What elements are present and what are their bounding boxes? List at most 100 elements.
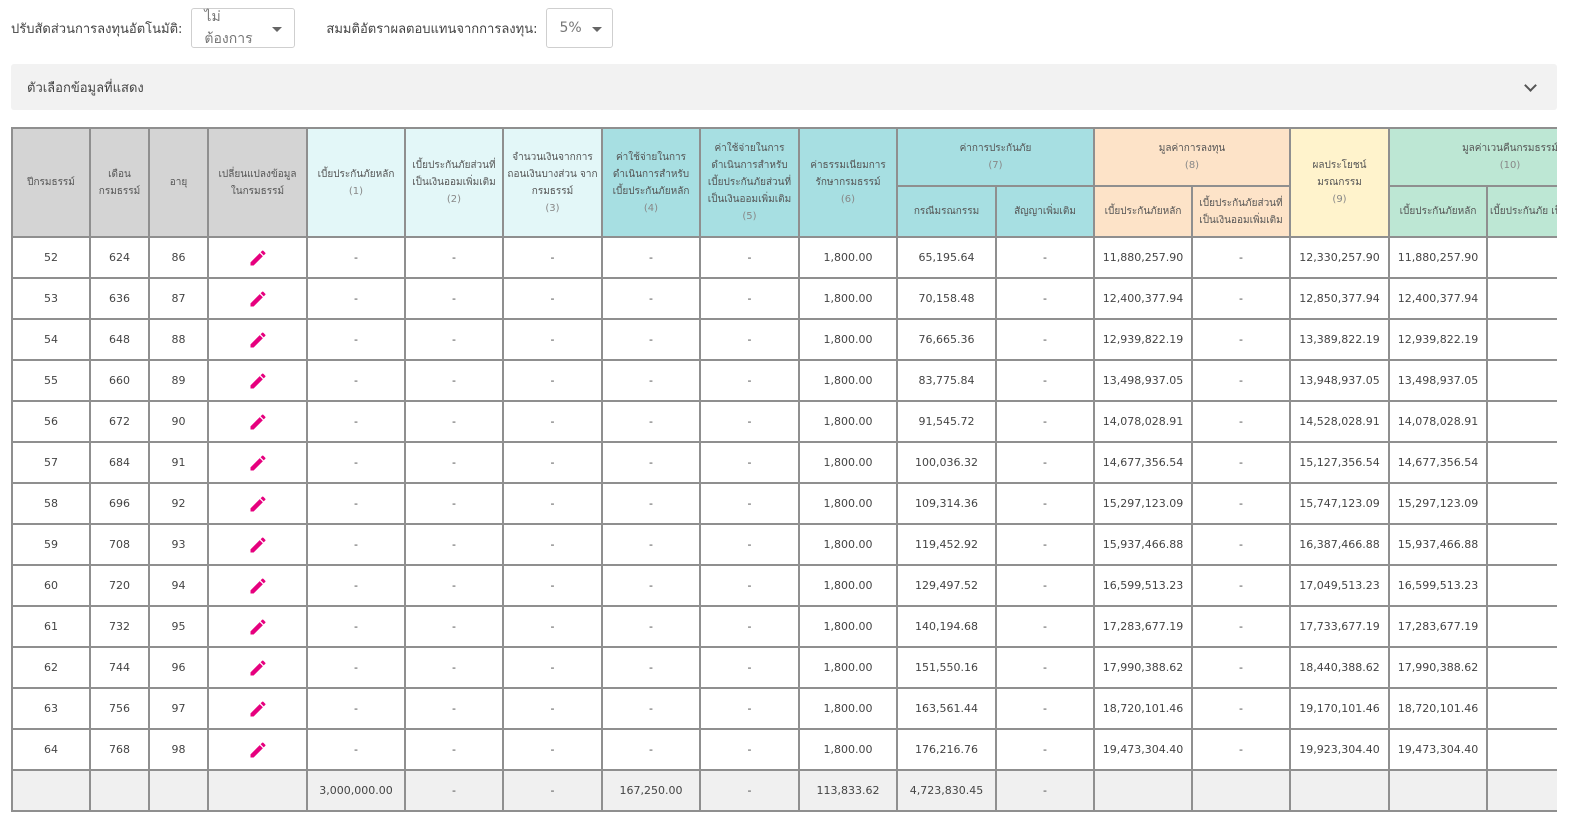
edit-policy-cell[interactable]	[207, 277, 308, 320]
pencil-icon[interactable]	[248, 740, 268, 760]
header-col-6: ค่าธรรมเนียมการ รักษากรมธรรม์ (6)	[798, 127, 898, 238]
table-cell: -	[1190, 236, 1292, 279]
table-cell: 91	[148, 441, 209, 484]
illustration-table-container[interactable]: ปีกรมธรรม์ เดือน กรมธรรม์ อายุ เปลี่ยนแป…	[11, 127, 1557, 817]
table-row: 63 756 97- - - - -1,800.00 163,561.44-18,720,10…	[11, 687, 1557, 730]
edit-policy-cell[interactable]	[207, 523, 308, 566]
header-col-4: ค่าใช้จ่ายในการ ดำเนินการสำหรับ เบี้ยประ…	[601, 127, 701, 238]
table-cell: -	[995, 687, 1095, 730]
table-cell: -	[601, 318, 701, 361]
table-cell: -	[1190, 318, 1292, 361]
edit-policy-cell[interactable]	[207, 687, 308, 730]
table-cell: -	[1190, 277, 1292, 320]
caret-down-icon	[591, 26, 602, 32]
table-row: 56 672 90- - - - -1,800.00 91,545.72-14,078,028…	[11, 400, 1557, 443]
table-cell: -	[404, 277, 504, 320]
pencil-icon[interactable]	[248, 699, 268, 719]
table-cell: 15,937,466.88	[1388, 523, 1489, 566]
table-cell: 163,561.44	[896, 687, 997, 730]
header-col-8: มูลค่าการลงทุน (8)	[1092, 127, 1292, 187]
table-cell: 176,216.76	[896, 728, 997, 771]
table-cell: 17,049,513.23	[1289, 564, 1391, 607]
edit-policy-cell[interactable]	[207, 564, 308, 607]
header-policy-month: เดือน กรมธรรม์	[89, 127, 150, 238]
edit-policy-cell[interactable]	[207, 646, 308, 689]
table-cell: 720	[89, 564, 150, 607]
table-cell: -	[699, 605, 800, 648]
table-cell: -	[601, 605, 701, 648]
header-col-7: ค่าการประกันภัย (7)	[896, 127, 1095, 187]
pencil-icon[interactable]	[248, 658, 268, 678]
table-cell: -	[502, 728, 603, 771]
table-cell: -	[502, 359, 603, 402]
table-cell: 15,297,123.09	[1388, 482, 1489, 525]
table-cell: -	[995, 523, 1095, 566]
table-cell: -	[1486, 441, 1557, 484]
pencil-icon[interactable]	[248, 412, 268, 432]
table-cell: -	[1486, 564, 1557, 607]
table-cell: -	[699, 318, 800, 361]
edit-policy-cell[interactable]	[207, 482, 308, 525]
total-cell: 113,833.62	[798, 769, 898, 812]
edit-policy-cell[interactable]	[207, 400, 308, 443]
table-cell: -	[306, 564, 406, 607]
pencil-icon[interactable]	[248, 535, 268, 555]
edit-policy-cell[interactable]	[207, 441, 308, 484]
table-cell: 17,733,677.19	[1289, 605, 1391, 648]
table-cell: 63	[11, 687, 91, 730]
edit-policy-cell[interactable]	[207, 605, 308, 648]
table-cell: 15,937,466.88	[1093, 523, 1193, 566]
edit-policy-cell[interactable]	[207, 318, 308, 361]
table-cell: -	[306, 277, 406, 320]
table-cell: -	[601, 523, 701, 566]
table-cell: -	[502, 605, 603, 648]
chevron-down-icon[interactable]	[1524, 79, 1537, 92]
pencil-icon[interactable]	[248, 576, 268, 596]
header-policy-year: ปีกรมธรรม์	[11, 127, 91, 238]
pencil-icon[interactable]	[248, 494, 268, 514]
table-cell: 14,677,356.54	[1093, 441, 1193, 484]
pencil-icon[interactable]	[248, 289, 268, 309]
table-cell: -	[306, 605, 406, 648]
edit-policy-cell[interactable]	[207, 728, 308, 771]
caret-down-icon	[272, 26, 283, 32]
table-cell: -	[1190, 523, 1292, 566]
table-cell: -	[601, 236, 701, 279]
table-cell: 119,452.92	[896, 523, 997, 566]
table-cell: 11,880,257.90	[1388, 236, 1489, 279]
table-row: 55 660 89- - - - -1,800.00 83,775.84-13,498,937…	[11, 359, 1557, 402]
pencil-icon[interactable]	[248, 330, 268, 350]
pencil-icon[interactable]	[248, 617, 268, 637]
table-cell: -	[995, 482, 1095, 525]
pencil-icon[interactable]	[248, 371, 268, 391]
table-cell: 59	[11, 523, 91, 566]
assumed-return-dropdown[interactable]: 5%	[546, 8, 614, 48]
table-cell: -	[1190, 728, 1292, 771]
edit-policy-cell[interactable]	[207, 359, 308, 402]
table-cell: 1,800.00	[798, 236, 898, 279]
total-cell	[89, 769, 150, 812]
table-cell: 14,078,028.91	[1093, 400, 1193, 443]
pencil-icon[interactable]	[248, 248, 268, 268]
table-cell: -	[1486, 400, 1557, 443]
display-options-panel[interactable]: ตัวเลือกข้อมูลที่แสดง	[11, 64, 1557, 110]
table-cell: -	[1190, 359, 1292, 402]
table-cell: -	[995, 359, 1095, 402]
auto-adjust-dropdown[interactable]: ไม่ต้องการ	[191, 8, 296, 48]
table-cell: -	[1486, 277, 1557, 320]
pencil-icon[interactable]	[248, 453, 268, 473]
table-cell: 624	[89, 236, 150, 279]
table-cell: -	[699, 646, 800, 689]
table-cell: 1,800.00	[798, 441, 898, 484]
total-cell	[1486, 769, 1557, 812]
table-cell: 19,473,304.40	[1388, 728, 1489, 771]
table-cell: 17,283,677.19	[1093, 605, 1193, 648]
edit-policy-cell[interactable]	[207, 236, 308, 279]
total-cell: 167,250.00	[601, 769, 701, 812]
table-cell: -	[699, 523, 800, 566]
header-change-data: เปลี่ยนแปลงข้อมูล ในกรมธรรม์	[207, 127, 308, 238]
table-cell: 14,078,028.91	[1388, 400, 1489, 443]
table-cell: -	[502, 318, 603, 361]
table-cell: 1,800.00	[798, 728, 898, 771]
table-cell: 96	[148, 646, 209, 689]
